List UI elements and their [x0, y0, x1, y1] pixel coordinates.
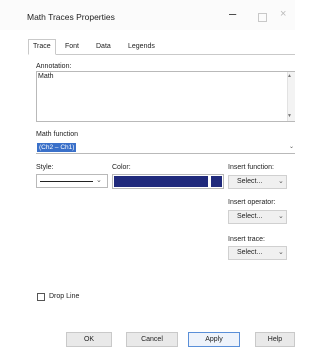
ok-button[interactable]: OK: [66, 332, 112, 347]
tab-trace[interactable]: Trace: [28, 39, 56, 55]
annotation-label: Annotation:: [36, 63, 72, 70]
insert-trace-value: Select...: [237, 249, 263, 256]
insert-operator-select[interactable]: Select... ⌄: [228, 210, 287, 224]
minimize-button[interactable]: –: [229, 6, 236, 21]
insert-operator-label: Insert operator:: [228, 199, 276, 206]
scroll-up-icon[interactable]: ▲: [287, 73, 292, 79]
chevron-down-icon: ⌄: [278, 213, 284, 220]
maximize-button[interactable]: [258, 13, 267, 22]
insert-operator-value: Select...: [237, 213, 263, 220]
math-function-value: (Ch2 – Ch1): [37, 143, 77, 152]
help-button[interactable]: Help: [255, 332, 295, 347]
style-label: Style:: [36, 164, 54, 171]
cancel-button[interactable]: Cancel: [126, 332, 178, 347]
insert-function-label: Insert function:: [228, 164, 274, 171]
annotation-textarea[interactable]: [36, 71, 295, 122]
insert-trace-label: Insert trace:: [228, 236, 265, 243]
line-style-preview: [40, 181, 93, 182]
chevron-down-icon[interactable]: ⌄: [96, 176, 102, 184]
apply-button[interactable]: Apply: [188, 332, 240, 347]
insert-function-value: Select...: [237, 178, 263, 185]
drop-line-checkbox[interactable]: [37, 293, 45, 301]
insert-function-select[interactable]: Select... ⌄: [228, 175, 287, 189]
chevron-down-icon: ⌄: [278, 249, 284, 256]
math-function-label: Math function: [36, 131, 79, 138]
tab-legends[interactable]: Legends: [124, 40, 159, 53]
scroll-down-icon[interactable]: ▼: [287, 113, 292, 119]
tab-font[interactable]: Font: [61, 40, 83, 53]
tab-strip: Trace Font Data Legends: [28, 39, 295, 55]
chevron-down-icon: ⌄: [278, 178, 284, 185]
insert-trace-select[interactable]: Select... ⌄: [228, 246, 287, 260]
color-button[interactable]: [211, 176, 222, 187]
color-label: Color:: [112, 164, 131, 171]
close-button[interactable]: ×: [280, 8, 286, 20]
drop-line-label: Drop Line: [49, 293, 80, 300]
tab-data[interactable]: Data: [92, 40, 115, 53]
window-title: Math Traces Properties: [27, 12, 115, 22]
chevron-down-icon[interactable]: ⌄: [289, 143, 294, 150]
annotation-value: Math: [38, 73, 54, 80]
color-swatch: [114, 176, 208, 187]
